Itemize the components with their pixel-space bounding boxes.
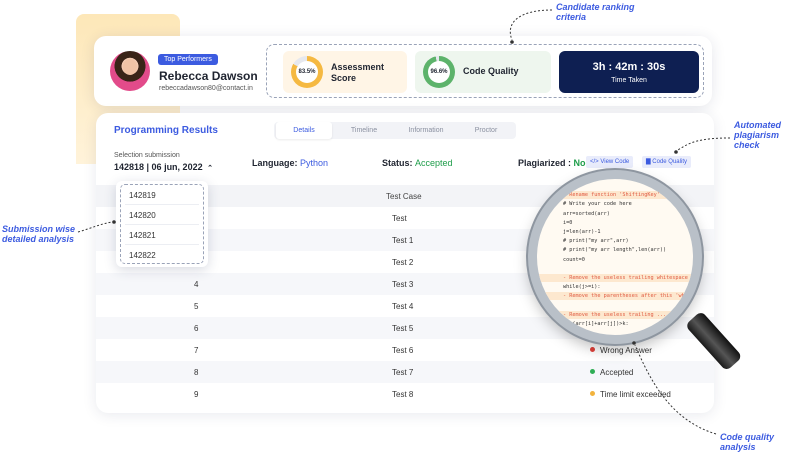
time-taken-card: 3h : 42m : 30s Time Taken [559, 51, 699, 93]
submission-option[interactable]: 142820 [129, 211, 156, 220]
row-number: 9 [194, 390, 199, 399]
code-quality-ring: 96.6% [423, 56, 455, 88]
code-line: i=0 [563, 219, 573, 226]
table-row: 9 Test 8 Time limit exceeded [96, 383, 714, 405]
row-number: 7 [194, 346, 199, 355]
code-line: s = 0 [563, 183, 579, 189]
code-line: if (arr[i]+arr[j])>k: [563, 321, 629, 327]
assessment-score-value: 83.5% [296, 61, 318, 83]
row-number: 5 [194, 302, 199, 311]
status-dot-icon [590, 369, 595, 374]
test-case-name: Test 1 [392, 236, 414, 245]
avatar [110, 51, 150, 91]
test-case-name: Test 7 [392, 368, 414, 377]
chevron-up-icon: ⌃ [207, 165, 213, 172]
results-title: Programming Results [114, 125, 218, 136]
code-line: # Write your code here [563, 201, 632, 208]
time-taken-value: 3h : 42m : 30s [592, 61, 666, 73]
test-case-name: Test 8 [392, 390, 414, 399]
code-line: arr=sorted(arr) [563, 210, 610, 217]
callout-plagiarism-check: Automated plagiarism check [734, 120, 781, 150]
table-row: 8 Test 7 Accepted [96, 361, 714, 383]
selection-label: Selection submission [114, 152, 180, 159]
status-dot-icon [590, 391, 595, 396]
ranking-criteria-box: 83.5% Assessment Score 96.6% Code Qualit… [266, 44, 704, 98]
selection-dropdown[interactable]: 142818 | 06 jun, 2022 ⌃ [114, 162, 213, 172]
status-info: Status: Accepted [382, 158, 453, 168]
top-performers-badge: Top Performers [158, 54, 218, 65]
candidate-card: Top Performers Rebecca Dawson rebeccadaw… [94, 36, 712, 106]
bar-chart-icon: ▇ [646, 159, 651, 165]
candidate-email: rebeccadawson80@contact.in [159, 85, 253, 92]
tab-details[interactable]: Details [276, 122, 332, 139]
submission-option[interactable]: 142819 [129, 191, 156, 200]
row-number: 8 [194, 368, 199, 377]
code-magnifier: s = 0 - Rename function 'ShiftingKey' in … [528, 170, 702, 344]
language-info: Language: Python [252, 158, 329, 168]
results-tabs: Details Timeline Information Proctor [274, 122, 516, 139]
callout-submission-analysis: Submission wise detailed analysis [2, 224, 76, 244]
code-quality-button[interactable]: ▇ Code Quality [642, 156, 691, 168]
submission-option[interactable]: 142822 [129, 251, 156, 260]
code-line: # print("my arr",arr) [563, 238, 629, 245]
assessment-score-ring: 83.5% [291, 56, 323, 88]
assessment-score-label: Assessment Score [331, 62, 385, 83]
code-quality-card: 96.6% Code Quality [415, 51, 551, 93]
code-line: j=len(arr)-1 [563, 229, 601, 235]
submission-dropdown-menu: 142819 142820 142821 142822 [116, 181, 208, 267]
test-result: Wrong Answer [590, 346, 652, 355]
submission-option[interactable]: 142821 [129, 231, 156, 240]
callout-code-quality: Code quality analysis [720, 432, 775, 452]
test-case-name: Test 3 [392, 280, 414, 289]
test-case-name: Test 6 [392, 346, 414, 355]
code-line: count=0 [563, 256, 585, 263]
view-code-button[interactable]: </> View Code [586, 156, 634, 168]
time-taken-label: Time Taken [611, 77, 647, 84]
plagiarized-info: Plagiarized : No [518, 158, 586, 168]
test-result: Accepted [590, 368, 633, 377]
assessment-score-card: 83.5% Assessment Score [283, 51, 407, 93]
code-issue-line: - Remove the parentheses after this 'whi… [563, 293, 698, 300]
code-line: # print("my arr length",len(arr)) [563, 247, 667, 254]
status-dot-icon [590, 347, 595, 352]
row-number: 6 [194, 324, 199, 333]
code-icon: </> [590, 159, 599, 165]
tab-information[interactable]: Information [396, 122, 456, 139]
code-issue-line: - Rename function 'ShiftingKey' in snake… [563, 192, 702, 199]
candidate-name: Rebecca Dawson [159, 69, 258, 83]
test-case-header: Test Case [386, 192, 422, 201]
tab-proctor[interactable]: Proctor [458, 122, 514, 139]
test-case-name: Test 5 [392, 324, 414, 333]
test-result: Time limit exceeded [590, 390, 671, 399]
code-quality-value: 96.6% [428, 61, 450, 83]
code-issue-line: - Remove the useless trailing whitespace… [563, 275, 698, 281]
tab-timeline[interactable]: Timeline [336, 122, 392, 139]
code-quality-label: Code Quality [463, 66, 519, 76]
callout-ranking-criteria: Candidate ranking criteria [556, 2, 635, 22]
row-number: 4 [194, 280, 199, 289]
code-issue-line: - Remove the useless trailing ... [563, 311, 667, 318]
test-case-name: Test 4 [392, 302, 414, 311]
test-case-name: Test 2 [392, 258, 414, 267]
test-case-name: Test [392, 214, 407, 223]
code-line: while(j>=i): [563, 284, 601, 291]
